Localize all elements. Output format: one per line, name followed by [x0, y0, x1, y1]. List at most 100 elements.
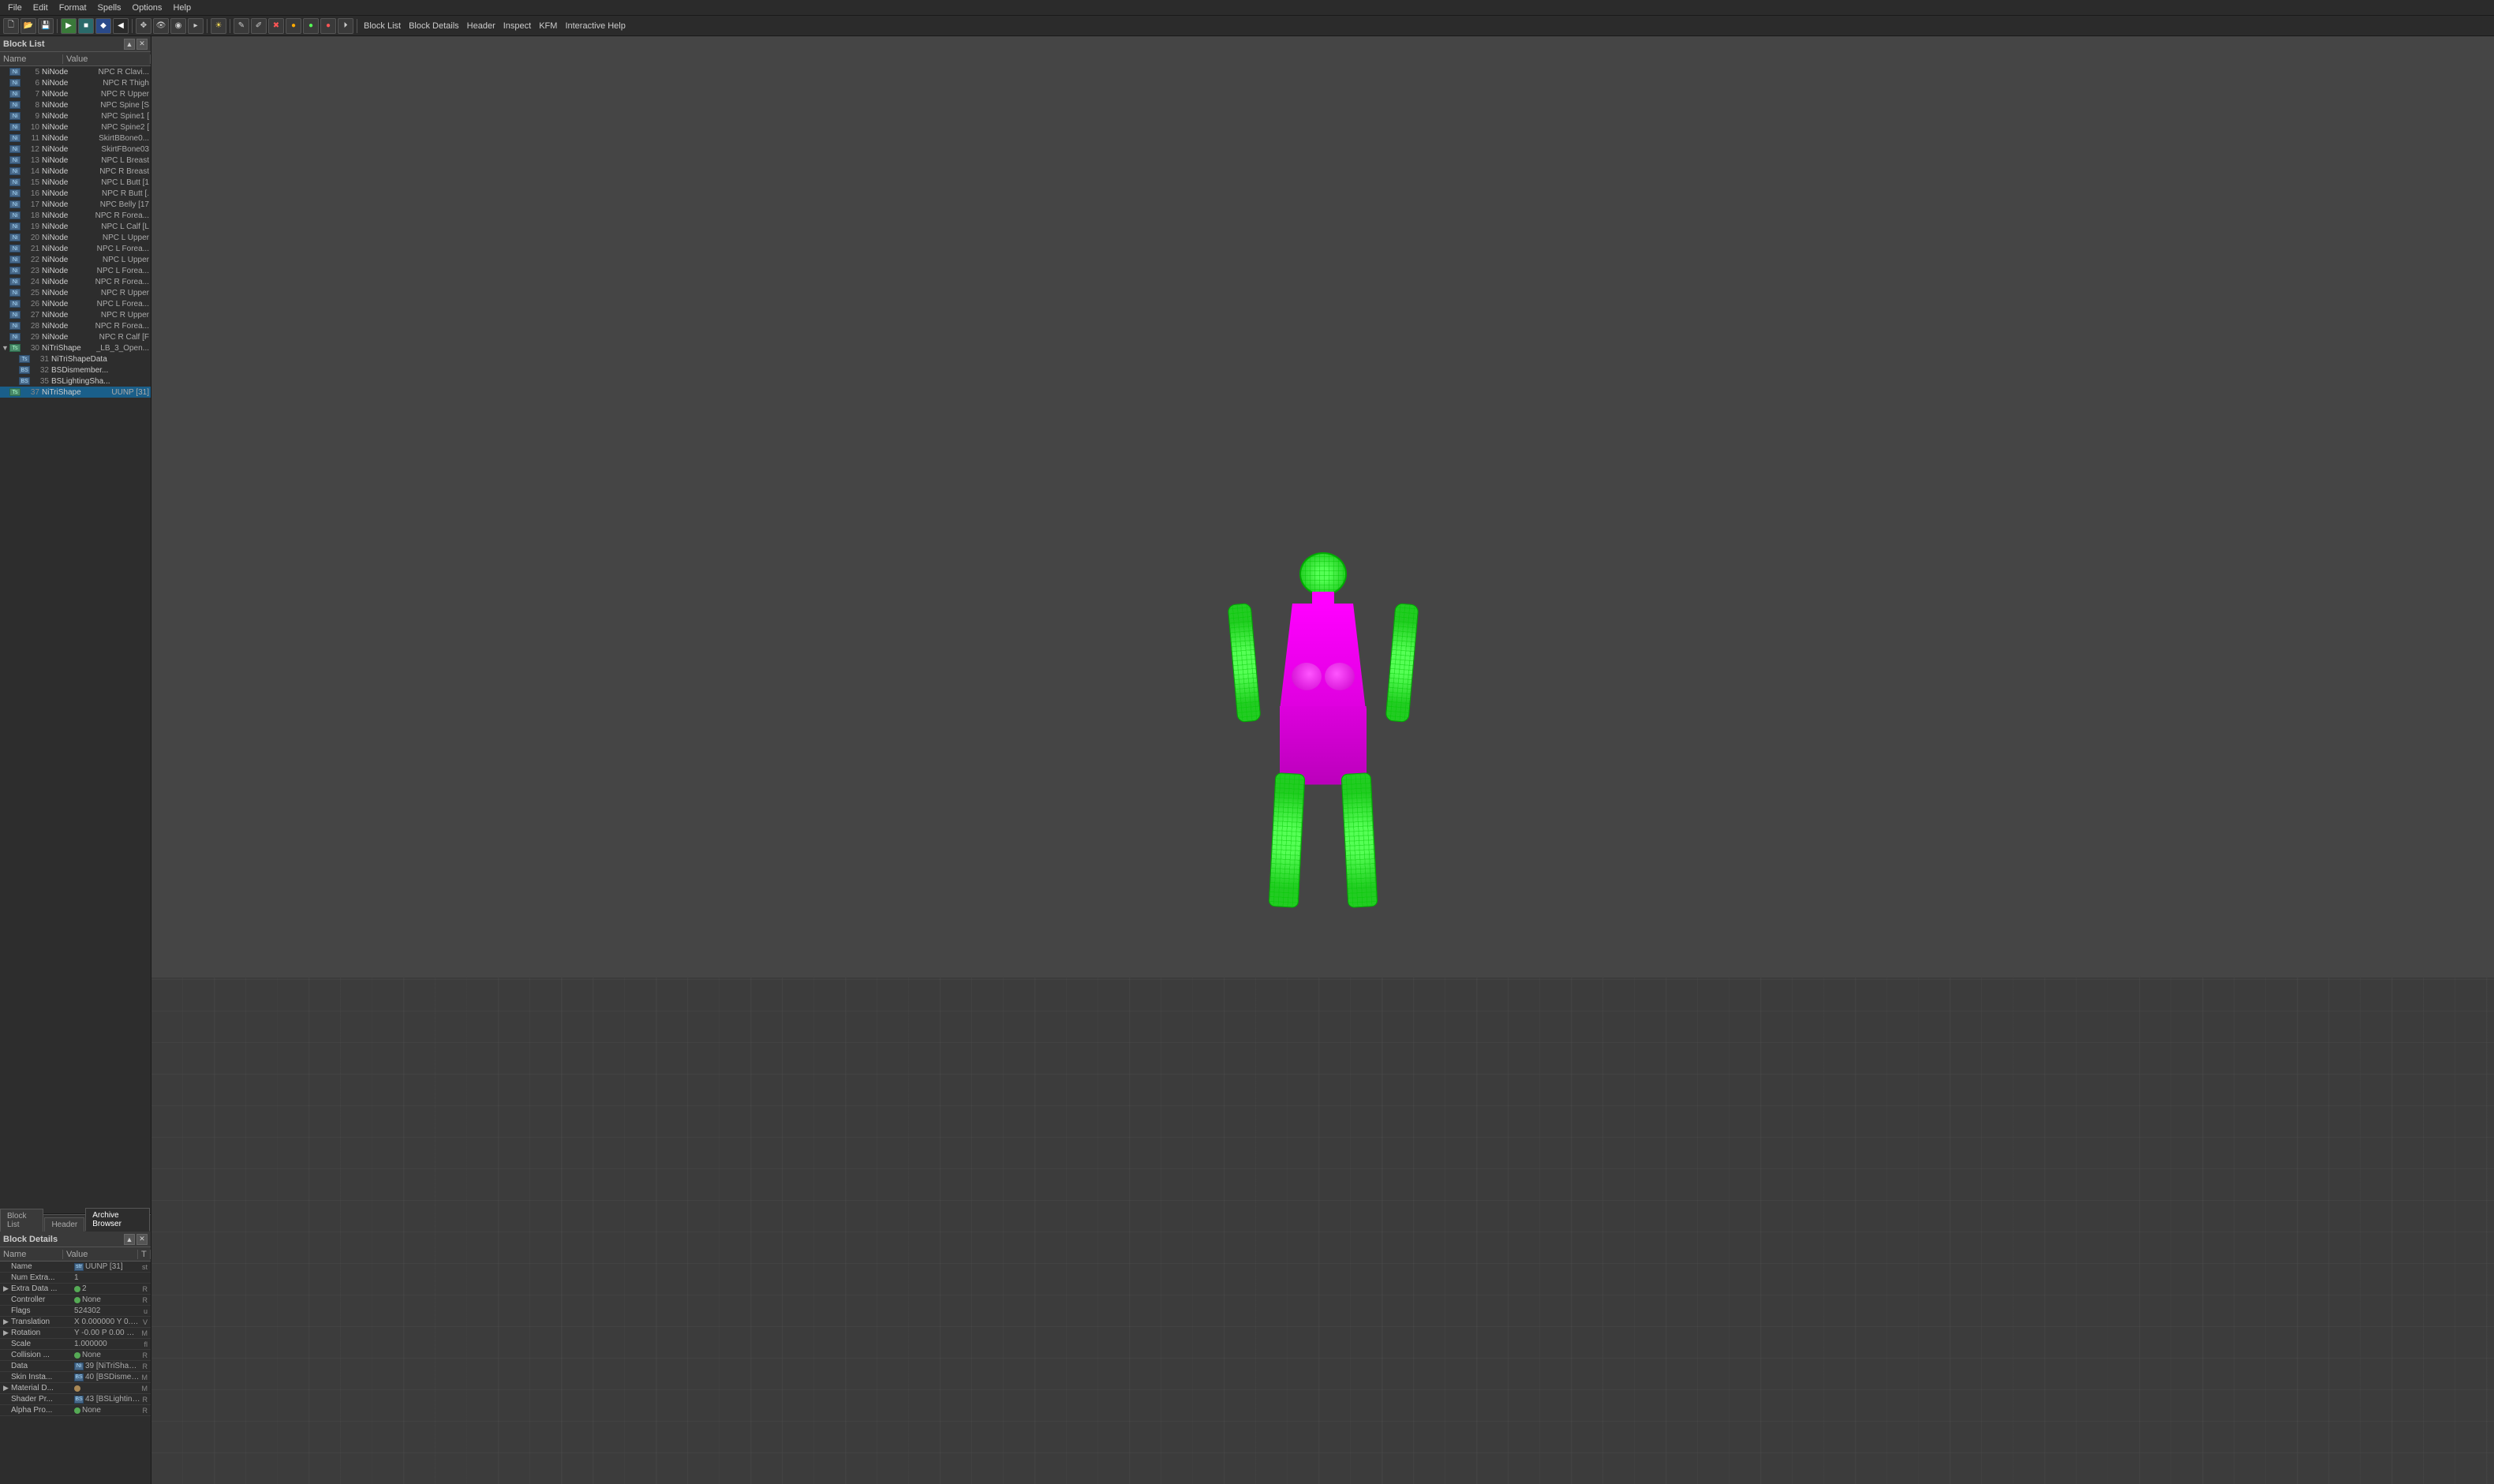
viewport-3d[interactable] [151, 36, 2494, 1484]
tree-row[interactable]: Ni 6 NiNode NPC R Thigh [0, 77, 151, 88]
tab-header[interactable]: Header [44, 1217, 84, 1232]
tree-row[interactable]: ▼ Ts 30 NiTriShape _LB_3_Open... [0, 342, 151, 353]
menu-format[interactable]: Format [54, 2, 92, 14]
tree-row[interactable]: Ni 21 NiNode NPC L Forea... [0, 243, 151, 254]
block-details-list[interactable]: Name str UUNP [31] st Num Extra... 1 ▶ E… [0, 1262, 151, 1484]
detail-row-collision[interactable]: Collision ... None R [0, 1350, 151, 1361]
tree-row[interactable]: Ni 25 NiNode NPC R Upper [0, 287, 151, 298]
panel-scroll-up-2[interactable]: ▲ [124, 1234, 135, 1245]
node-name: NiNode [42, 267, 94, 275]
menu-spells[interactable]: Spells [93, 2, 126, 14]
detail-row-rotation[interactable]: ▶ Rotation Y -0.00 P 0.00 R -0.00 M [0, 1328, 151, 1339]
menu-file[interactable]: File [3, 2, 27, 14]
tree-row[interactable]: Ni 18 NiNode NPC R Forea... [0, 210, 151, 221]
panel-close[interactable]: ✕ [136, 39, 148, 50]
detail-row-shader[interactable]: Shader Pr... BS 43 [BSLightingShaderPro.… [0, 1394, 151, 1405]
tree-row[interactable]: Ni 27 NiNode NPC R Upper [0, 309, 151, 320]
detail-row-flags[interactable]: Flags 524302 u [0, 1306, 151, 1317]
node-value: NPC L Butt [1 [101, 178, 149, 187]
toolbar-btn-edit2[interactable]: ✐ [251, 18, 267, 34]
node-num: 6 [22, 79, 39, 88]
menu-help[interactable]: Help [168, 2, 196, 14]
toolbar-btn-light[interactable]: ☀ [211, 18, 226, 34]
detail-row-controller[interactable]: Controller None R [0, 1295, 151, 1306]
tree-row-selected[interactable]: Ts 37 NiTriShape UUNP [31] [0, 387, 151, 398]
detail-field-value: 2 [82, 1284, 141, 1293]
toolbar-btn-red2[interactable]: ● [320, 18, 336, 34]
node-name: NiTriShape [42, 388, 108, 397]
toolbar-btn-new[interactable]: 🗋 [3, 18, 19, 34]
detail-row-numextra[interactable]: Num Extra... 1 [0, 1273, 151, 1284]
toolbar-btn-eye2[interactable]: ◉ [170, 18, 186, 34]
toolbar-btn-grn2[interactable]: ● [303, 18, 319, 34]
node-name: NiNode [42, 145, 98, 154]
tree-row[interactable]: Ni 16 NiNode NPC R Butt [. [0, 188, 151, 199]
tree-row[interactable]: Ni 28 NiNode NPC R Forea... [0, 320, 151, 331]
detail-row-scale[interactable]: Scale 1.000000 fl [0, 1339, 151, 1350]
toolbar-btn-teal[interactable]: ■ [78, 18, 94, 34]
detail-row-skininsta[interactable]: Skin Insta... BS 40 [BSDismemberSkinInst… [0, 1372, 151, 1383]
tree-row[interactable]: Ni 13 NiNode NPC L Breast [0, 155, 151, 166]
node-type-icon: Ts [19, 355, 30, 363]
tab-label-kfm[interactable]: KFM [536, 21, 560, 31]
tree-row[interactable]: Ni 12 NiNode SkirtFBone03 [0, 144, 151, 155]
tree-row[interactable]: Ni 29 NiNode NPC R Calf [F [0, 331, 151, 342]
tree-row[interactable]: Ni 5 NiNode NPC R Clavi... [0, 66, 151, 77]
tab-block-list[interactable]: Block List [0, 1209, 43, 1232]
tree-row[interactable]: Ni 10 NiNode NPC Spine2 [ [0, 121, 151, 133]
node-name: NiNode [42, 278, 92, 286]
block-list-tree[interactable]: Ni 5 NiNode NPC R Clavi... Ni 6 NiNode N… [0, 66, 151, 1213]
tab-label-blocklist[interactable]: Block List [361, 21, 404, 31]
toolbar-btn-eye[interactable]: 👁 [153, 18, 169, 34]
node-type-icon: Ni [9, 178, 21, 186]
tree-row[interactable]: Ni 9 NiNode NPC Spine1 [ [0, 110, 151, 121]
tree-row[interactable]: Ni 26 NiNode NPC L Forea... [0, 298, 151, 309]
node-name: NiTriShape [42, 344, 93, 353]
toolbar-btn-play[interactable]: ▸ [188, 18, 204, 34]
tab-label-header[interactable]: Header [464, 21, 499, 31]
toolbar-btn-orange[interactable]: ● [286, 18, 301, 34]
tree-row[interactable]: Ni 20 NiNode NPC L Upper [0, 232, 151, 243]
detail-row-data[interactable]: Data Ni 39 [NiTriShapeData] R [0, 1361, 151, 1372]
tree-row[interactable]: Ni 8 NiNode NPC Spine [S [0, 99, 151, 110]
tree-row[interactable]: BS 35 BSLightingSha... [0, 376, 151, 387]
tree-row[interactable]: BS 32 BSDismember... [0, 364, 151, 376]
node-type-icon: Ni [9, 123, 21, 131]
tab-label-inspect[interactable]: Inspect [500, 21, 534, 31]
node-name: NiNode [42, 90, 98, 99]
toolbar-btn-red[interactable]: ✖ [268, 18, 284, 34]
toolbar-btn-blue[interactable]: ◆ [95, 18, 111, 34]
toolbar-btn-save[interactable]: 💾 [38, 18, 54, 34]
node-name: NiNode [42, 300, 94, 308]
menu-edit[interactable]: Edit [28, 2, 53, 14]
toolbar-btn-green[interactable]: ▶ [61, 18, 77, 34]
toolbar-btn-anim[interactable]: ⏵ [338, 18, 353, 34]
detail-row-translation[interactable]: ▶ Translation X 0.000000 Y 0.000000 Z 0.… [0, 1317, 151, 1328]
tree-row[interactable]: Ni 19 NiNode NPC L Calf [L [0, 221, 151, 232]
tab-archive-browser[interactable]: Archive Browser [85, 1208, 150, 1232]
tree-row[interactable]: Ni 11 NiNode SkirtBBone0... [0, 133, 151, 144]
detail-dot-icon [74, 1297, 80, 1303]
toolbar-btn-open[interactable]: 📂 [21, 18, 36, 34]
tree-row[interactable]: Ni 23 NiNode NPC L Forea... [0, 265, 151, 276]
detail-row-alpha[interactable]: Alpha Pro... None R [0, 1405, 151, 1416]
panel-scroll-up[interactable]: ▲ [124, 39, 135, 50]
detail-row-extradata[interactable]: ▶ Extra Data ... 2 R [0, 1284, 151, 1295]
tree-row[interactable]: Ts 31 NiTriShapeData [0, 353, 151, 364]
detail-row-name[interactable]: Name str UUNP [31] st [0, 1262, 151, 1273]
tree-row[interactable]: Ni 15 NiNode NPC L Butt [1 [0, 177, 151, 188]
panel-close-2[interactable]: ✕ [136, 1234, 148, 1245]
menu-options[interactable]: Options [128, 2, 167, 14]
tab-label-blockdetails[interactable]: Block Details [406, 21, 462, 31]
tab-label-interactive[interactable]: Interactive Help [562, 21, 628, 31]
tree-row[interactable]: Ni 7 NiNode NPC R Upper [0, 88, 151, 99]
tree-row[interactable]: Ni 14 NiNode NPC R Breast [0, 166, 151, 177]
toolbar-btn-edit1[interactable]: ✎ [234, 18, 249, 34]
tree-row[interactable]: Ni 17 NiNode NPC Belly [17 [0, 199, 151, 210]
toolbar-btn-dark[interactable]: ◀ [113, 18, 129, 34]
toolbar-btn-select[interactable]: ✥ [136, 18, 151, 34]
tree-row[interactable]: Ni 22 NiNode NPC L Upper [0, 254, 151, 265]
detail-row-material[interactable]: ▶ Material D... M [0, 1383, 151, 1394]
tree-row[interactable]: Ni 24 NiNode NPC R Forea... [0, 276, 151, 287]
node-value: NPC L Forea... [97, 245, 149, 253]
